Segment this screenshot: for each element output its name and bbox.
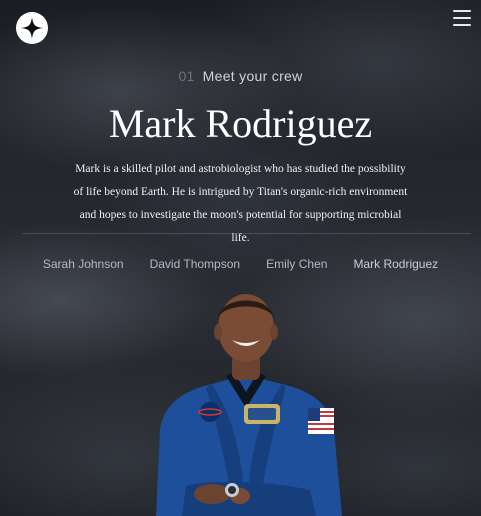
- section-eyebrow: 01 Meet your crew: [0, 68, 481, 84]
- star-logo-icon[interactable]: [16, 12, 48, 44]
- astronaut-portrait: [156, 294, 342, 516]
- divider: [22, 233, 471, 234]
- menu-bar: [453, 10, 471, 12]
- crew-tab-sarah-johnson[interactable]: Sarah Johnson: [43, 257, 124, 271]
- menu-bar: [453, 17, 471, 19]
- section-number: 01: [178, 68, 195, 84]
- hamburger-menu-icon[interactable]: [453, 10, 471, 26]
- crew-member-name: Mark Rodriguez: [108, 101, 373, 146]
- star-icon: [21, 17, 43, 39]
- crew-tab-emily-chen[interactable]: Emily Chen: [266, 257, 327, 271]
- crew-tab-mark-rodriguez[interactable]: Mark Rodriguez: [353, 257, 438, 271]
- crew-page: 01 Meet your crew Mark Rodriguez Mark is …: [0, 0, 481, 516]
- crew-tab-david-thompson[interactable]: David Thompson: [150, 257, 241, 271]
- crew-member-bio: Mark is a skilled pilot and astrobiologi…: [73, 163, 408, 244]
- crew-nav: Sarah Johnson David Thompson Emily Chen …: [0, 257, 481, 271]
- section-label: Meet your crew: [202, 68, 303, 84]
- menu-bar: [453, 24, 471, 26]
